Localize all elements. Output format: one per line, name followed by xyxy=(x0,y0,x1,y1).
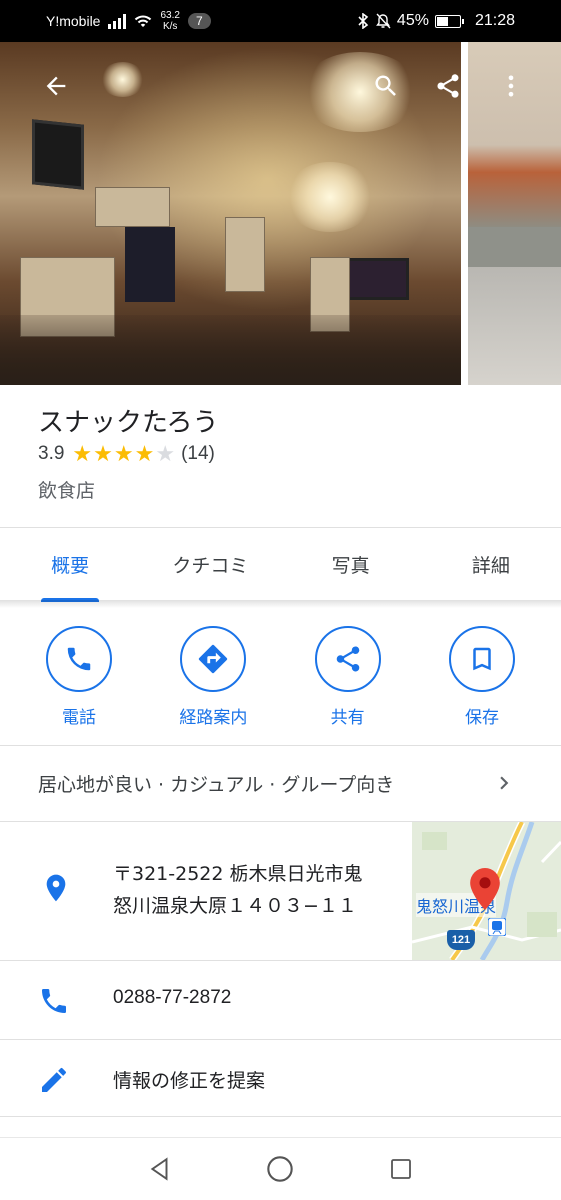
save-button-circle[interactable] xyxy=(448,626,515,692)
photo-carousel[interactable] xyxy=(0,42,561,385)
stone-wall xyxy=(468,227,561,267)
map-thumbnail[interactable]: 鬼怒川温泉 121 xyxy=(412,822,561,960)
map-marker-icon xyxy=(470,868,500,910)
share-place-button-circle[interactable] xyxy=(314,626,381,692)
star-empty-icon: ★ xyxy=(155,441,176,466)
tab-bar: 概要 クチコミ 写真 詳細 xyxy=(0,528,561,602)
directions-button-circle[interactable] xyxy=(180,626,247,692)
more-vert-icon xyxy=(508,75,514,97)
bluetooth-icon xyxy=(358,13,369,29)
chandelier-light xyxy=(285,162,375,232)
nav-back-button[interactable] xyxy=(130,1149,190,1189)
suggest-edit-label: 情報の修正を提案 xyxy=(113,1070,266,1092)
share-icon xyxy=(437,74,459,98)
directions-button[interactable]: 経路案内 xyxy=(146,626,280,728)
star-filled-icon: ★ xyxy=(93,441,113,466)
network-speed-value: 63.2 xyxy=(160,10,180,21)
clock: 21:28 xyxy=(474,12,515,29)
address-row[interactable]: 〒321-2522 栃木県日光市鬼 怒川温泉大原１４０３−１１ 鬼怒川温泉 12… xyxy=(0,822,561,960)
notification-count-badge: 7 xyxy=(187,13,211,29)
battery-percent: 45% xyxy=(396,12,429,29)
television-right xyxy=(345,258,409,300)
more-options-button[interactable] xyxy=(487,62,535,110)
directions-button-label: 経路案内 xyxy=(179,708,248,728)
battery-fill xyxy=(436,16,448,26)
parking-lot xyxy=(468,267,561,385)
tab-photos[interactable]: 写真 xyxy=(281,528,421,600)
wall-photos xyxy=(95,187,170,227)
rating-value: 3.9 xyxy=(38,443,65,464)
share-place-button-label: 共有 xyxy=(330,708,365,728)
place-name: スナックたろう xyxy=(38,408,219,438)
search-button[interactable] xyxy=(362,62,410,110)
divider xyxy=(0,1116,561,1117)
bell-off-icon xyxy=(376,13,391,29)
search-icon xyxy=(375,75,396,96)
nav-home-button[interactable] xyxy=(250,1149,310,1189)
wall-poster-center xyxy=(225,217,265,292)
status-bar: Y!mobile 63.2 K/s 7 45% 21:28 xyxy=(0,0,561,42)
signal-icon xyxy=(108,13,127,29)
address-line-1: 〒321-2522 栃木県日光市鬼 xyxy=(113,863,363,885)
call-button-label: 電話 xyxy=(62,708,96,728)
star-rating: ★ ★ ★ ★ ★ xyxy=(72,442,175,466)
arrow-left-icon xyxy=(46,76,66,96)
phone-number: 0288-77-2872 xyxy=(113,987,232,1008)
carrier-name: Y!mobile xyxy=(46,13,101,29)
route-number-shield: 121 xyxy=(447,930,475,950)
address-line-2: 怒川温泉大原１４０３−１１ xyxy=(113,895,357,917)
battery-icon xyxy=(434,14,464,28)
star-filled-icon: ★ xyxy=(113,441,134,466)
status-right: 45% 21:28 xyxy=(357,0,515,42)
share-button[interactable] xyxy=(424,62,472,110)
network-speed-unit: K/s xyxy=(162,21,178,32)
call-button[interactable]: 電話 xyxy=(12,626,146,728)
phone-icon xyxy=(67,647,91,671)
pencil-icon xyxy=(42,1067,66,1092)
television-left xyxy=(32,119,84,190)
tab-details[interactable]: 詳細 xyxy=(421,528,561,600)
nav-recents-button[interactable] xyxy=(371,1149,431,1189)
square-recents-icon xyxy=(390,1159,411,1179)
name-banner xyxy=(125,227,175,302)
tab-overview[interactable]: 概要 xyxy=(0,528,140,602)
attributes-row[interactable]: 居心地が良い · カジュアル · グループ向き xyxy=(0,746,561,821)
share-icon xyxy=(336,646,359,672)
save-button-label: 保存 xyxy=(464,708,499,728)
review-count[interactable]: (14) xyxy=(181,443,215,465)
train-station-icon xyxy=(488,918,506,936)
directions-icon xyxy=(199,644,228,674)
tab-bar-shadow xyxy=(0,600,561,608)
call-button-circle[interactable] xyxy=(46,626,112,692)
share-place-button[interactable]: 共有 xyxy=(281,626,415,728)
star-filled-icon: ★ xyxy=(134,441,155,466)
phone-icon xyxy=(42,989,66,1013)
bookmark-icon xyxy=(473,647,491,671)
chevron-right-icon xyxy=(500,776,509,790)
attributes-text: 居心地が良い · カジュアル · グループ向き xyxy=(38,774,395,796)
triangle-back-icon xyxy=(150,1157,168,1181)
address-text: 〒321-2522 栃木県日光市鬼 怒川温泉大原１４０３−１１ xyxy=(113,858,398,922)
customers xyxy=(0,315,461,385)
status-left: Y!mobile 63.2 K/s 7 xyxy=(46,0,211,42)
wifi-icon xyxy=(135,15,152,27)
system-navigation-bar xyxy=(0,1137,561,1200)
place-category: 飲食店 xyxy=(38,480,96,502)
save-button[interactable]: 保存 xyxy=(415,626,549,728)
circle-home-icon xyxy=(267,1156,294,1182)
network-speed: 63.2 K/s xyxy=(160,10,179,32)
ceiling-light xyxy=(100,62,145,97)
suggest-edit-row[interactable]: 情報の修正を提案 xyxy=(0,1040,561,1118)
action-buttons: 電話 経路案内 共有 保存 xyxy=(12,626,549,728)
back-button[interactable] xyxy=(32,62,80,110)
location-pin-icon xyxy=(46,874,66,902)
star-filled-icon: ★ xyxy=(72,441,93,466)
tab-reviews[interactable]: クチコミ xyxy=(140,528,280,600)
phone-row[interactable]: 0288-77-2872 xyxy=(0,961,561,1039)
rating-row[interactable]: 3.9 ★ ★ ★ ★ ★ (14) xyxy=(38,442,215,466)
